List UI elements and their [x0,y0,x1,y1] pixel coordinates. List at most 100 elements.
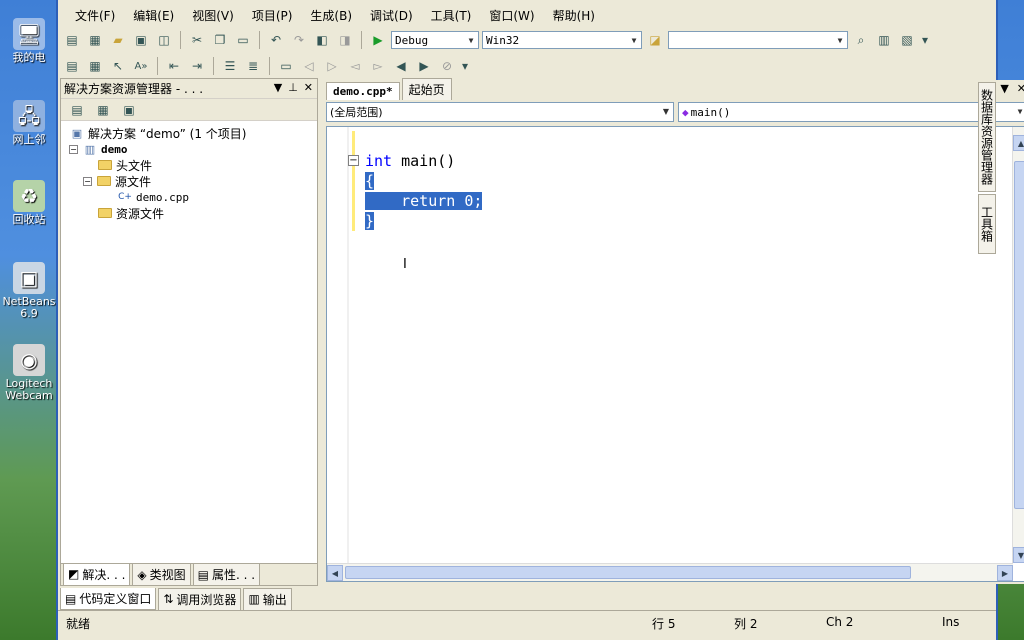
prev-bookmark-icon[interactable]: ◁ [299,56,319,76]
redo-icon[interactable]: ↷ [289,30,309,50]
clear-bookmarks-icon[interactable]: ⊘ [437,56,457,76]
menu-help[interactable]: 帮助(H) [544,7,604,24]
scroll-left-icon[interactable]: ◀ [327,565,343,581]
menu-project[interactable]: 项目(P) [243,7,302,24]
horizontal-scrollbar[interactable]: ◀ ▶ [327,563,1013,581]
prev-bookmark-doc-icon[interactable]: ◀ [391,56,411,76]
scroll-right-icon[interactable]: ▶ [997,565,1013,581]
properties-window-icon[interactable]: ▥ [874,30,894,50]
collapse-outline-icon[interactable]: − [348,155,359,166]
comment-icon[interactable]: ☰ [220,56,240,76]
tab-code-definition[interactable]: ▤ 代码定义窗口 [60,588,157,610]
toolbar-options-icon[interactable]: ▾ [920,30,930,50]
active-files-dropdown-icon[interactable]: ▼ [1000,82,1008,95]
editor-margin [347,127,349,563]
cut-icon[interactable]: ✂ [187,30,207,50]
paste-icon[interactable]: ▭ [233,30,253,50]
configuration-select[interactable]: Debug ▼ [391,31,479,49]
quick-info-icon[interactable]: ↖ [108,56,128,76]
menu-debug[interactable]: 调试(D) [361,7,422,24]
desktop-icon-netbeans[interactable]: ▣ NetBeans 6.9 [0,262,58,320]
pin-icon[interactable]: ⊥ [288,81,298,94]
desktop-icon-my-computer[interactable]: 🖥 我的电 [0,18,58,64]
next-bookmark-doc-icon[interactable]: ▶ [414,56,434,76]
toggle-bookmark-icon[interactable]: ▭ [276,56,296,76]
start-debug-icon[interactable]: ▶ [368,30,388,50]
add-item-icon[interactable]: ▦ [85,30,105,50]
desktop-icon-network[interactable]: 🖧 网上邻 [0,100,58,146]
prev-bookmark-folder-icon[interactable]: ◅ [345,56,365,76]
menu-file[interactable]: 文件(F) [66,7,124,24]
tab-solution-explorer[interactable]: ◩ 解决. . . [63,563,131,586]
tab-class-view[interactable]: ◈ 类视图 [132,563,191,586]
scroll-down-icon[interactable]: ▼ [1013,547,1024,563]
parameter-info-icon[interactable]: ▦ [85,56,105,76]
undo-icon[interactable]: ↶ [266,30,286,50]
collapse-icon[interactable]: − [83,176,92,186]
save-all-icon[interactable]: ◫ [154,30,174,50]
navigate-back-icon[interactable]: ◧ [312,30,332,50]
find-in-files-icon[interactable]: ◪ [645,30,665,50]
horizontal-scroll-thumb[interactable] [345,566,911,579]
menu-view[interactable]: 视图(V) [183,7,243,24]
code-text-area[interactable]: − int main() { return 0; } I ▲ ▼ ◀ ▶ [326,126,1024,582]
vertical-scrollbar[interactable]: ▲ ▼ [1012,127,1024,563]
tree-item-label: 源文件 [115,174,152,189]
desktop-icon-label: Logitech Webcam [5,377,53,402]
properties-icon[interactable]: ▤ [67,100,87,120]
status-insert-mode: Ins [942,615,960,629]
desktop-icon-recycle-bin[interactable]: ♻ 回收站 [0,180,58,226]
view-code-icon[interactable]: ▣ [119,100,139,120]
toolbox-window-icon[interactable]: ▧ [897,30,917,50]
code-text-selected: return 0; [365,192,483,210]
new-project-icon[interactable]: ▤ [62,30,82,50]
tab-start-page[interactable]: 起始页 [401,78,452,100]
menu-build[interactable]: 生成(B) [301,7,361,24]
menu-tools[interactable]: 工具(T) [422,7,481,24]
find-combo[interactable]: ▼ [668,31,848,49]
tab-toolbox[interactable]: 工具箱 [978,194,996,254]
menu-window[interactable]: 窗口(W) [480,7,543,24]
find-icon[interactable]: ⌕ [851,30,871,50]
decrease-indent-icon[interactable]: ⇤ [164,56,184,76]
display-object-member-icon[interactable]: ▤ [62,56,82,76]
menu-bar: 文件(F) 编辑(E) 视图(V) 项目(P) 生成(B) 调试(D) 工具(T… [58,4,998,26]
increase-indent-icon[interactable]: ⇥ [187,56,207,76]
tab-database-explorer[interactable]: 数据库资源管理器 [978,82,996,192]
uncomment-icon[interactable]: ≣ [243,56,263,76]
tab-properties[interactable]: ▤ 属性. . . [192,563,261,586]
complete-word-icon[interactable]: A» [131,56,151,76]
dropdown-icon[interactable]: ▼ [274,81,282,94]
close-icon[interactable]: ✕ [304,81,313,94]
next-bookmark-folder-icon[interactable]: ▻ [368,56,388,76]
platform-select[interactable]: Win32 ▼ [482,31,642,49]
tab-output[interactable]: ▥ 输出 [243,587,292,611]
tree-item-source-file[interactable]: C+ demo.cpp [69,189,317,205]
tree-item-header-folder[interactable]: 头文件 [69,157,317,173]
tree-item-project[interactable]: − ▥ demo [69,141,317,157]
desktop-icon-webcam[interactable]: ◉ Logitech Webcam [0,344,58,402]
copy-icon[interactable]: ❐ [210,30,230,50]
scope-select[interactable]: (全局范围) ▼ [326,102,674,122]
recycle-bin-icon: ♻ [13,180,45,212]
open-file-icon[interactable]: ▰ [108,30,128,50]
tree-item-source-folder[interactable]: − 源文件 [69,173,317,189]
tab-label: 类视图 [149,568,186,582]
close-document-icon[interactable]: ✕ [1017,82,1024,95]
show-all-files-icon[interactable]: ▦ [93,100,113,120]
vertical-scroll-thumb[interactable] [1014,161,1024,509]
tab-demo-cpp[interactable]: demo.cpp* [326,82,400,100]
call-browser-icon: ⇅ [163,592,174,606]
tree-item-solution[interactable]: ▣ 解决方案 “demo” (1 个项目) [69,125,317,141]
status-col: 列 2 [734,617,758,631]
scroll-up-icon[interactable]: ▲ [1013,135,1024,151]
toolbar-options-icon[interactable]: ▾ [460,56,470,76]
tree-item-resource-folder[interactable]: 资源文件 [69,205,317,221]
navigate-forward-icon[interactable]: ◨ [335,30,355,50]
next-bookmark-icon[interactable]: ▷ [322,56,342,76]
tab-call-browser[interactable]: ⇅ 调用浏览器 [158,587,242,611]
menu-edit[interactable]: 编辑(E) [124,7,183,24]
save-icon[interactable]: ▣ [131,30,151,50]
collapse-icon[interactable]: − [69,144,78,154]
member-select[interactable]: ◆ main() ▼ [678,102,1024,122]
